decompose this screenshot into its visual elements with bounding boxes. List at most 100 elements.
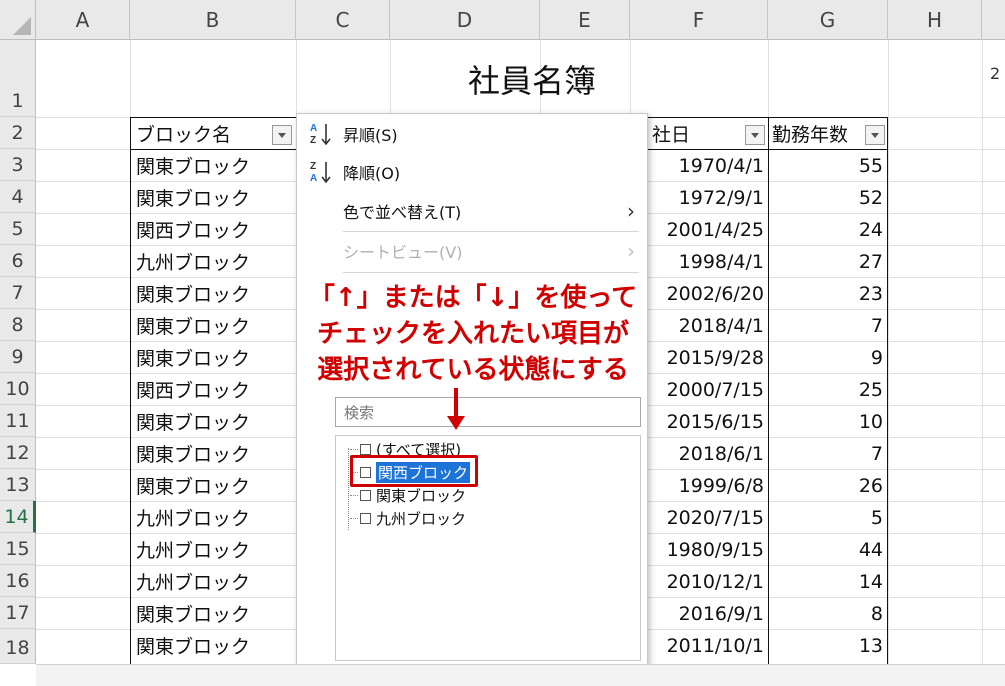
column-header-next[interactable]: [982, 0, 1005, 40]
row-header-11[interactable]: 11: [0, 405, 36, 437]
cell-join-date[interactable]: 2001/4/25: [648, 214, 768, 245]
list-item-kyushu[interactable]: 九州ブロック: [350, 507, 466, 529]
cell-join-date[interactable]: 1999/6/8: [648, 470, 768, 501]
cell-join-date[interactable]: 2015/9/28: [648, 342, 768, 373]
filter-dropdown-button-joined[interactable]: [745, 125, 765, 145]
row-header-16[interactable]: 16: [0, 565, 36, 597]
cell-block-name[interactable]: 関西ブロック: [131, 374, 296, 405]
cell-years[interactable]: 25: [769, 374, 887, 405]
cell-block-name[interactable]: 九州ブロック: [131, 566, 296, 597]
column-header-b[interactable]: B: [130, 0, 296, 40]
cell-block-name[interactable]: 関東ブロック: [131, 342, 296, 373]
row-header-4[interactable]: 4: [0, 181, 36, 213]
cell-block-name[interactable]: 九州ブロック: [131, 502, 296, 533]
column-header-d[interactable]: D: [390, 0, 540, 40]
tree-connector: [350, 448, 358, 450]
cell-block-name[interactable]: 関東ブロック: [131, 310, 296, 341]
cell-block-name[interactable]: 関東ブロック: [131, 150, 296, 181]
sort-descending-label: 降順(O): [343, 164, 401, 183]
cell-block-name[interactable]: 関東ブロック: [131, 182, 296, 213]
cell-years[interactable]: 13: [769, 630, 887, 661]
column-header-e[interactable]: E: [540, 0, 630, 40]
sort-descending-item[interactable]: Z A 降順(O): [297, 154, 647, 190]
cell-years[interactable]: 26: [769, 470, 887, 501]
cell-join-date[interactable]: 2018/6/1: [648, 438, 768, 469]
row-header-8[interactable]: 8: [0, 309, 36, 341]
row-header-17[interactable]: 17: [0, 597, 36, 629]
row-header-18[interactable]: 18: [0, 629, 36, 664]
chevron-down-icon: [871, 132, 879, 138]
column-header-g[interactable]: G: [768, 0, 888, 40]
filter-dropdown-button-years[interactable]: [865, 125, 885, 145]
row-header-3[interactable]: 3: [0, 149, 36, 181]
horizontal-scrollbar[interactable]: [36, 664, 1005, 686]
tree-connector: [350, 494, 358, 496]
row-header-14[interactable]: 14: [0, 501, 36, 533]
cell-years[interactable]: 5: [769, 502, 887, 533]
cell-years[interactable]: 7: [769, 438, 887, 469]
cell-join-date[interactable]: 2010/12/1: [648, 566, 768, 597]
row-header-15[interactable]: 15: [0, 533, 36, 565]
cell-block-name[interactable]: 関西ブロック: [131, 214, 296, 245]
row-header-2[interactable]: 2: [0, 117, 36, 149]
cell-block-name[interactable]: 九州ブロック: [131, 534, 296, 565]
cell-join-date[interactable]: 1970/4/1: [648, 150, 768, 181]
row-header-10[interactable]: 10: [0, 373, 36, 405]
cell-years[interactable]: 14: [769, 566, 887, 597]
cell-years[interactable]: 52: [769, 182, 887, 213]
cell-years[interactable]: 8: [769, 598, 887, 629]
cell-years[interactable]: 10: [769, 406, 887, 437]
row-header-9[interactable]: 9: [0, 341, 36, 373]
cell-join-date[interactable]: 2015/6/15: [648, 406, 768, 437]
row-header-6[interactable]: 6: [0, 245, 36, 277]
cell-block-name[interactable]: 関東ブロック: [131, 406, 296, 437]
column-header-f[interactable]: F: [630, 0, 768, 40]
cell-years[interactable]: 24: [769, 214, 887, 245]
checkbox[interactable]: [360, 512, 371, 524]
cell-years[interactable]: 23: [769, 278, 887, 309]
column-header-h[interactable]: H: [888, 0, 982, 40]
cell-join-date[interactable]: 2018/4/1: [648, 310, 768, 341]
cell-join-date[interactable]: 2002/6/20: [648, 278, 768, 309]
callout-line-1: 「↑」または「↓」を使って: [308, 283, 638, 313]
list-item-kanto[interactable]: 関東ブロック: [350, 484, 466, 506]
cell-block-name[interactable]: 関東ブロック: [131, 438, 296, 469]
cell-join-date[interactable]: 2011/10/1: [648, 630, 768, 661]
row-header-1[interactable]: 1: [0, 40, 36, 117]
cell-join-date[interactable]: 1972/9/1: [648, 182, 768, 213]
header-label-block: ブロック名: [136, 124, 232, 146]
row-header-7[interactable]: 7: [0, 277, 36, 309]
select-all-corner[interactable]: [0, 0, 36, 40]
cell-join-date[interactable]: 1980/9/15: [648, 534, 768, 565]
cell-join-date[interactable]: 2016/9/1: [648, 598, 768, 629]
sort-by-color-item[interactable]: 色で並べ替え(T) ›: [297, 193, 647, 229]
column-header-a[interactable]: A: [36, 0, 130, 40]
cell-block-name[interactable]: 関東ブロック: [131, 278, 296, 309]
cell-join-date[interactable]: 1998/4/1: [648, 246, 768, 277]
cell-block-name[interactable]: 関東ブロック: [131, 470, 296, 501]
cell-years[interactable]: 27: [769, 246, 887, 277]
cell-years[interactable]: 55: [769, 150, 887, 181]
gridline: [982, 40, 983, 664]
cell-years[interactable]: 9: [769, 342, 887, 373]
cell-block-name[interactable]: 関東ブロック: [131, 630, 296, 661]
cell-block-name[interactable]: 関東ブロック: [131, 598, 296, 629]
row-header-5[interactable]: 5: [0, 213, 36, 245]
row-header-12[interactable]: 12: [0, 437, 36, 469]
column-header-c[interactable]: C: [296, 0, 390, 40]
sort-ascending-item[interactable]: A Z 昇順(S): [297, 116, 647, 152]
cell-block-name[interactable]: 九州ブロック: [131, 246, 296, 277]
tree-connector: [350, 517, 358, 519]
cell-years[interactable]: 44: [769, 534, 887, 565]
filter-dropdown-button-block[interactable]: [272, 125, 292, 145]
checkbox[interactable]: [360, 443, 371, 455]
sort-ascending-icon: A Z: [309, 121, 333, 147]
search-input[interactable]: 検索: [335, 397, 641, 427]
spreadsheet-grid: A B C D E F G H 1 2 3 4 5 6 7 8 9 10 11 …: [0, 0, 1005, 686]
sheet-title[interactable]: 社員名簿: [296, 42, 768, 116]
cell-join-date[interactable]: 2020/7/15: [648, 502, 768, 533]
cell-join-date[interactable]: 2000/7/15: [648, 374, 768, 405]
checkbox[interactable]: [360, 489, 371, 501]
row-header-13[interactable]: 13: [0, 469, 36, 501]
cell-years[interactable]: 7: [769, 310, 887, 341]
